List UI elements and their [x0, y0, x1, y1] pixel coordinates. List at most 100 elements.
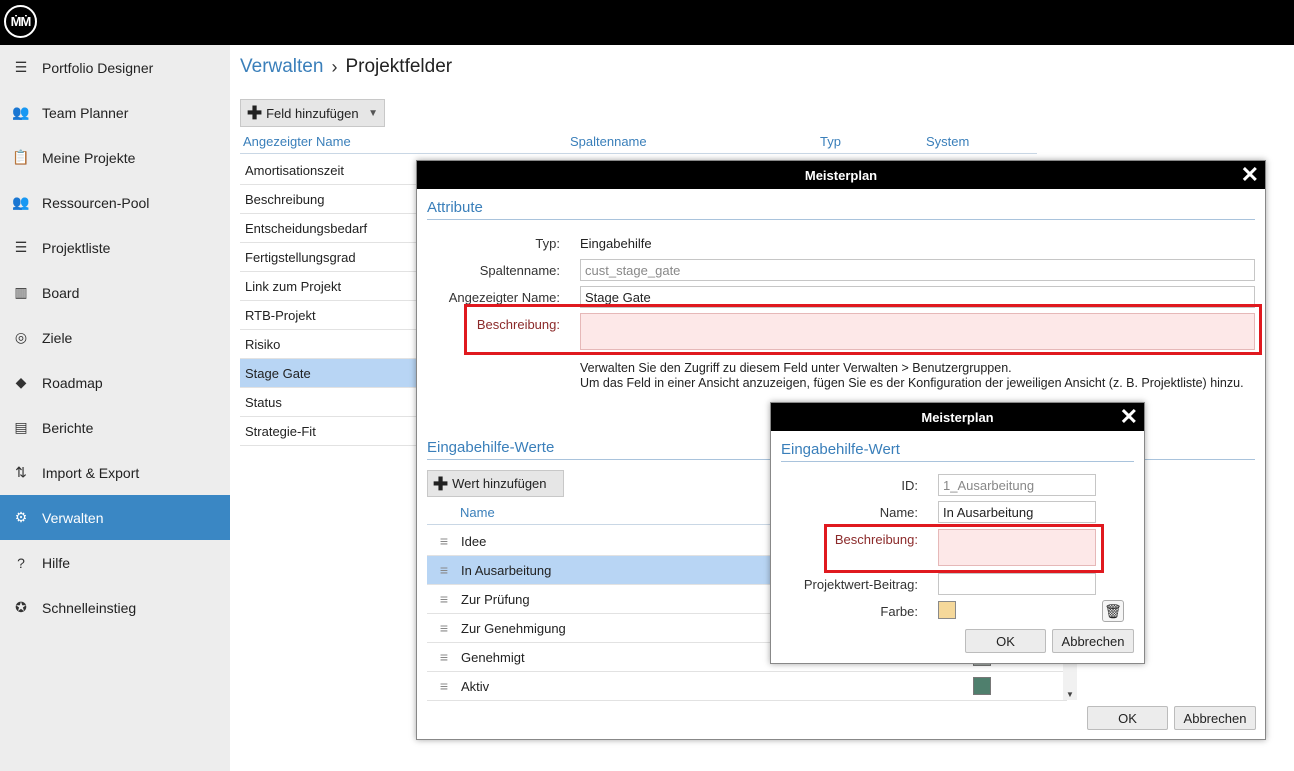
compass-icon: ✪ — [15, 599, 27, 615]
gear-icon: ⚙ — [14, 509, 28, 525]
sidebar-item-label: Berichte — [42, 419, 94, 436]
value-name: Idee — [461, 533, 487, 549]
sidebar-item-label: Meine Projekte — [42, 149, 136, 166]
drag-handle-icon[interactable]: ≡ — [427, 620, 461, 636]
column-header-spaltenname[interactable]: Spaltenname — [570, 134, 647, 149]
color-swatch[interactable] — [973, 677, 991, 695]
roadmap-icon: ◆ — [15, 374, 27, 390]
help-text-line2: Um das Feld in einer Ansicht anzuzeigen,… — [580, 376, 1244, 390]
dialog-title-bar: Meisterplan ✕ — [417, 161, 1265, 189]
table-row[interactable]: RTB-Projekt — [240, 301, 420, 330]
sidebar-item-schnelleinstieg[interactable]: ✪ Schnelleinstieg — [0, 585, 230, 630]
top-bar: ṀṀ — [0, 0, 1294, 45]
sidebar: ☰ Portfolio Designer 👥 Team Planner 📋 Meine P… — [0, 45, 230, 771]
list-icon: ☰ — [14, 239, 28, 255]
meisterplan-logo[interactable]: ṀṀ — [4, 5, 37, 38]
angezeigter-name-label: Angezeigter Name: — [448, 290, 560, 305]
import-export-icon: ⇅ — [15, 464, 27, 480]
add-value-button[interactable]: ✚ Wert hinzufügen — [427, 470, 564, 497]
sidebar-item-ziele[interactable]: ◎ Ziele — [0, 315, 230, 360]
table-row[interactable]: Strategie-Fit — [240, 417, 420, 446]
ok-button[interactable]: OK — [1087, 706, 1168, 730]
column-header-angezeigter-name[interactable]: Angezeigter Name — [243, 134, 351, 149]
header-divider — [240, 153, 1037, 154]
sidebar-item-projektliste[interactable]: ☰ Projektliste — [0, 225, 230, 270]
sidebar-item-team-planner[interactable]: 👥 Team Planner — [0, 90, 230, 135]
close-icon[interactable]: ✕ — [1241, 163, 1259, 187]
value-name: Zur Prüfung — [461, 591, 530, 607]
projektwert-beitrag-label: Projektwert-Beitrag: — [803, 577, 918, 592]
column-header-system[interactable]: System — [926, 134, 969, 149]
drag-handle-icon[interactable]: ≡ — [427, 591, 461, 607]
cancel-button[interactable]: Abbrechen — [1052, 629, 1134, 653]
sidebar-item-ressourcen-pool[interactable]: 👥 Ressourcen-Pool — [0, 180, 230, 225]
value-name: Zur Genehmigung — [461, 620, 566, 636]
sidebar-item-label: Import & Export — [42, 464, 140, 481]
table-row[interactable]: Stage Gate — [240, 359, 420, 388]
plus-icon: ✚ — [433, 473, 449, 494]
sidebar-item-label: Team Planner — [42, 104, 129, 121]
sidebar-item-verwalten[interactable]: ⚙ Verwalten — [0, 495, 230, 540]
id-field[interactable] — [938, 474, 1096, 496]
color-picker[interactable] — [938, 601, 956, 619]
dialog-title: Meisterplan — [921, 409, 994, 425]
breadcrumb-separator: › — [331, 56, 338, 77]
value-name: Aktiv — [461, 678, 490, 694]
beschreibung-field[interactable] — [938, 529, 1096, 566]
add-field-button[interactable]: ✚ Feld hinzufügen ▼ — [240, 99, 385, 127]
people-icon: 👥 — [12, 194, 30, 210]
sidebar-item-label: Roadmap — [42, 374, 103, 391]
table-row[interactable]: Beschreibung — [240, 185, 420, 214]
trash-icon[interactable]: 🗑 — [1102, 600, 1124, 622]
breadcrumb-verwalten-link[interactable]: Verwalten — [240, 56, 323, 78]
clipboard-icon: 📋 — [12, 149, 30, 165]
section-title-eingabehilfe-werte: Eingabehilfe-Werte — [427, 439, 555, 456]
sidebar-item-roadmap[interactable]: ◆ Roadmap — [0, 360, 230, 405]
sidebar-item-label: Portfolio Designer — [42, 59, 154, 76]
list-item[interactable]: ≡ Aktiv — [427, 672, 1067, 701]
sidebar-item-hilfe[interactable]: ? Hilfe — [0, 540, 230, 585]
name-field[interactable] — [938, 501, 1096, 523]
scroll-down-icon[interactable]: ▼ — [1066, 690, 1074, 699]
sidebar-item-label: Schnelleinstieg — [42, 599, 137, 616]
section-divider — [781, 461, 1134, 462]
name-label: Name: — [879, 505, 918, 520]
ok-button[interactable]: OK — [965, 629, 1046, 653]
farbe-label: Farbe: — [880, 604, 918, 619]
target-icon: ◎ — [14, 329, 28, 345]
help-text: Verwalten Sie den Zugriff zu diesem Feld… — [580, 361, 1260, 391]
drag-handle-icon[interactable]: ≡ — [427, 533, 461, 549]
projektwert-beitrag-field[interactable] — [938, 573, 1096, 595]
breadcrumb: Verwalten › Projektfelder — [240, 56, 452, 78]
spaltenname-field[interactable] — [580, 259, 1255, 281]
table-row[interactable]: Fertigstellungsgrad — [240, 243, 420, 272]
sidebar-item-label: Projektliste — [42, 239, 111, 256]
cancel-button[interactable]: Abbrechen — [1174, 706, 1256, 730]
table-row[interactable]: Risiko — [240, 330, 420, 359]
portfolio-designer-icon: ☰ — [14, 59, 28, 75]
table-row[interactable]: Status — [240, 388, 420, 417]
sidebar-item-import-export[interactable]: ⇅ Import & Export — [0, 450, 230, 495]
report-icon: ▤ — [14, 419, 28, 435]
table-row[interactable]: Entscheidungsbedarf — [240, 214, 420, 243]
beschreibung-field[interactable] — [580, 313, 1255, 350]
sidebar-item-portfolio-designer[interactable]: ☰ Portfolio Designer — [0, 45, 230, 90]
drag-handle-icon[interactable]: ≡ — [427, 678, 461, 694]
typ-value: Eingabehilfe — [580, 236, 652, 251]
drag-handle-icon[interactable]: ≡ — [427, 562, 461, 578]
sidebar-item-board[interactable]: ▥ Board — [0, 270, 230, 315]
section-divider — [427, 219, 1255, 220]
add-field-label: Feld hinzufügen — [266, 105, 359, 121]
sidebar-item-meine-projekte[interactable]: 📋 Meine Projekte — [0, 135, 230, 180]
chevron-down-icon: ▼ — [368, 107, 378, 119]
table-row[interactable]: Link zum Projekt — [240, 272, 420, 301]
table-row[interactable]: Amortisationszeit — [240, 156, 420, 185]
values-column-header[interactable]: Name — [460, 505, 495, 520]
close-icon[interactable]: ✕ — [1120, 405, 1138, 429]
beschreibung-label: Beschreibung: — [834, 532, 918, 547]
page-title: Projektfelder — [345, 56, 453, 77]
column-header-typ[interactable]: Typ — [820, 134, 841, 149]
sidebar-item-berichte[interactable]: ▤ Berichte — [0, 405, 230, 450]
value-name: Genehmigt — [461, 649, 525, 665]
drag-handle-icon[interactable]: ≡ — [427, 649, 461, 665]
